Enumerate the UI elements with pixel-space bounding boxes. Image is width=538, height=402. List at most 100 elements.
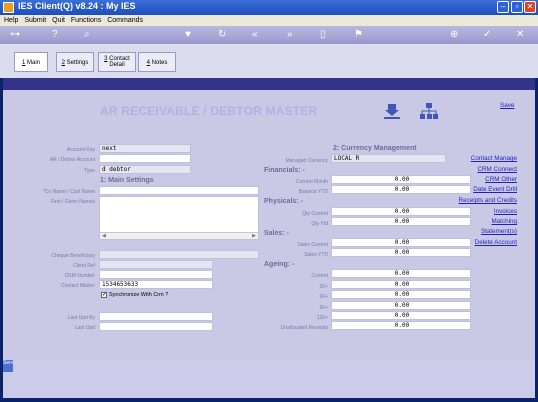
last-upd-label: Last Upd [74, 325, 95, 331]
balance-ytd-label: Balance YTD [298, 189, 328, 195]
qty-ytd-label: Qty Ytd [311, 221, 328, 227]
link-receipts-and-credits[interactable]: Receipts and Credits [450, 197, 517, 204]
download-icon[interactable] [383, 103, 401, 119]
search-icon[interactable]: ⌕ [84, 30, 90, 40]
ar-debtor-account-field[interactable] [99, 154, 191, 163]
menu-submit[interactable]: Submit [24, 15, 46, 26]
current-month-field[interactable]: 0.00 [331, 175, 471, 184]
account-key-field[interactable]: next [99, 144, 191, 153]
sales-ytd-field[interactable]: 0.00 [331, 248, 471, 257]
managed-currency-field[interactable]: LOCAL R [331, 154, 446, 163]
unallocated-receipts-label: Unallocated Receipts [280, 325, 328, 331]
cheque-beneficiary-label: Cheque Beneficiary [51, 253, 95, 259]
first-names-textarea[interactable]: ◀ ▶ [99, 196, 259, 240]
crm-number-label: CRM Number [64, 273, 95, 279]
client-ref-field[interactable] [99, 260, 213, 269]
horizontal-scrollbar[interactable]: ◀ ▶ [100, 232, 258, 239]
menu-bar: Help Submit Quit Functions Commands [0, 15, 538, 26]
link-crm-other[interactable]: CRM Other [465, 176, 517, 183]
key-icon[interactable]: ⊶ [10, 30, 20, 40]
nav-band [3, 78, 535, 90]
90-plus-field[interactable]: 0.00 [331, 301, 471, 310]
balance-ytd-field[interactable]: 0.00 [331, 185, 471, 194]
60-plus-label: 60+ [319, 294, 328, 300]
save-link[interactable]: Save [500, 102, 514, 109]
link-matching[interactable]: Matching [465, 218, 517, 225]
maximize-button[interactable]: ▫ [511, 1, 523, 13]
sales-current-label: Sales Current [297, 242, 328, 248]
link-statements[interactable]: Statement(s) [465, 228, 517, 235]
managed-currency-label: Managed Currency [285, 158, 328, 164]
scroll-left-icon[interactable]: ◀ [102, 233, 106, 239]
link-crm-connect[interactable]: CRM Connect [465, 166, 517, 173]
sales-ytd-label: Sales YTD [304, 252, 328, 258]
window-title: IES Client(Q) v8.24 : My IES [18, 1, 136, 11]
toolbar: ⊶ ? ⌕ ♥ ↻ « » ▯ ⚑ ⊕ ✓ ✕ [0, 26, 538, 44]
120-plus-field[interactable]: 0.00 [331, 311, 471, 320]
qty-current-label: Qty Current [302, 211, 328, 217]
help-icon[interactable]: ? [52, 30, 58, 40]
first-names-label: First / Given Names [50, 199, 95, 205]
type-label: Type [84, 168, 95, 174]
heart-icon[interactable]: ♥ [185, 30, 191, 40]
crm-number-field[interactable] [99, 270, 213, 279]
ok-icon[interactable]: ✓ [483, 30, 491, 40]
financials-heading: Financials: - [264, 167, 305, 174]
tab-settings[interactable]: 2 Settings [56, 52, 94, 72]
add-icon[interactable]: ⊕ [450, 30, 458, 40]
first-page-icon[interactable]: « [252, 30, 258, 40]
current-field[interactable]: 0.00 [331, 269, 471, 278]
tab-notes[interactable]: 4 Notes [138, 52, 176, 72]
bottom-panel [3, 360, 535, 398]
co-name-label: *Co Name / Cust Name [42, 189, 95, 195]
link-invoices[interactable]: Invoices [465, 208, 517, 215]
currency-management-heading: 2: Currency Management [333, 145, 417, 152]
last-upd-field[interactable] [99, 322, 213, 331]
menu-functions[interactable]: Functions [71, 15, 101, 26]
flag-icon[interactable]: ⚑ [354, 30, 363, 40]
type-field[interactable]: d debtor [99, 165, 191, 174]
physicals-heading: Physicals: - [264, 198, 303, 205]
menu-commands[interactable]: Commands [107, 15, 143, 26]
menu-quit[interactable]: Quit [52, 15, 65, 26]
sync-crm-checkbox[interactable]: ✓ [101, 292, 107, 298]
tab-main[interactable]: 1 Main [14, 52, 48, 72]
30-plus-field[interactable]: 0.00 [331, 280, 471, 289]
60-plus-field[interactable]: 0.00 [331, 290, 471, 299]
minimize-button[interactable]: – [497, 1, 509, 13]
side-tab[interactable]: Serv [3, 360, 13, 372]
qty-ytd-field[interactable]: 0.00 [331, 217, 471, 226]
sales-heading: Sales: - [264, 230, 289, 237]
org-chart-icon[interactable] [419, 102, 439, 120]
link-contact-manage[interactable]: Contact Manage [465, 155, 517, 162]
tab-contact-detail[interactable]: 3 Contact Detail [98, 52, 136, 72]
scroll-right-icon[interactable]: ▶ [252, 233, 256, 239]
contact-master-field[interactable]: 1534653633 [99, 280, 213, 289]
last-page-icon[interactable]: » [287, 30, 293, 40]
link-date-event-drill[interactable]: Date Event Drill [465, 186, 517, 193]
qty-current-field[interactable]: 0.00 [331, 207, 471, 216]
sync-crm-label: Synchronize With Crm ? [109, 292, 169, 298]
120-plus-label: 120+ [316, 315, 328, 321]
unallocated-receipts-field[interactable]: 0.00 [331, 321, 471, 330]
ar-debtor-account-label: AR / Debtor Account [49, 157, 95, 163]
close-button[interactable]: ✕ [524, 1, 536, 13]
sales-current-field[interactable]: 0.00 [331, 238, 471, 247]
current-label: Current [311, 273, 328, 279]
current-month-label: Current Month [296, 179, 328, 185]
cheque-beneficiary-field[interactable] [99, 250, 259, 259]
refresh-icon[interactable]: ↻ [218, 30, 226, 40]
cancel-icon[interactable]: ✕ [516, 30, 524, 40]
contact-master-label: Contact Master [61, 283, 95, 289]
page-icon[interactable]: ▯ [320, 30, 326, 40]
co-name-field[interactable] [99, 186, 259, 195]
app-icon [3, 2, 14, 13]
main-settings-heading: 1: Main Settings [100, 177, 154, 184]
last-upd-by-field[interactable] [99, 312, 213, 321]
page-title: AR RECEIVABLE / DEBTOR MASTER [100, 104, 318, 118]
menu-help[interactable]: Help [4, 15, 18, 26]
link-delete-account[interactable]: Delete Account [465, 239, 517, 246]
last-upd-by-label: Last Upd By [67, 315, 95, 321]
90-plus-label: 90+ [319, 305, 328, 311]
account-key-label: Account Key [66, 147, 95, 153]
